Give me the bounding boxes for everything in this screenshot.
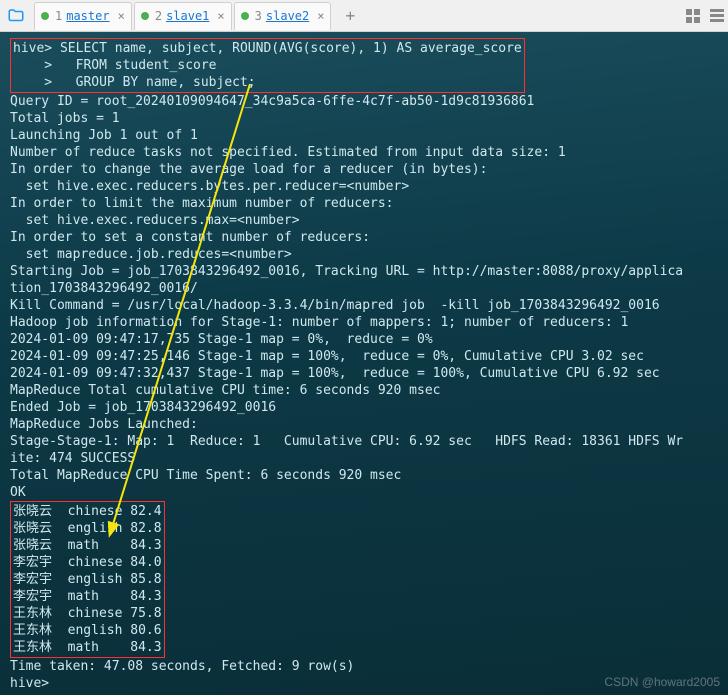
grid-view-icon[interactable] <box>686 9 700 23</box>
tab-slave2[interactable]: 3 slave2 × <box>234 2 332 30</box>
result-box: 张晓云 chinese 82.4 张晓云 english 82.8 张晓云 ma… <box>10 501 165 658</box>
log-output: Query ID = root_20240109094647_34c9a5ca-… <box>10 93 718 501</box>
sql-query-box: hive> SELECT name, subject, ROUND(AVG(sc… <box>10 38 525 93</box>
close-icon[interactable]: × <box>217 9 224 23</box>
sql-line: > GROUP BY name, subject; <box>13 74 522 91</box>
terminal[interactable]: hive> SELECT name, subject, ROUND(AVG(sc… <box>0 32 728 695</box>
result-rows: 张晓云 chinese 82.4 张晓云 english 82.8 张晓云 ma… <box>13 503 162 656</box>
tab-master[interactable]: 1 master × <box>34 2 132 30</box>
status-dot-icon <box>41 12 49 20</box>
tab-number: 1 <box>55 9 62 23</box>
tab-number: 3 <box>255 9 262 23</box>
tab-slave1[interactable]: 2 slave1 × <box>134 2 232 30</box>
tab-label: slave2 <box>266 9 309 23</box>
folder-icon[interactable] <box>4 4 28 28</box>
status-dot-icon <box>141 12 149 20</box>
tab-label: slave1 <box>166 9 209 23</box>
layout-controls <box>686 9 724 23</box>
tab-number: 2 <box>155 9 162 23</box>
close-icon[interactable]: × <box>118 9 125 23</box>
sql-line: hive> SELECT name, subject, ROUND(AVG(sc… <box>13 40 522 57</box>
sql-line: > FROM student_score <box>13 57 522 74</box>
add-tab-button[interactable]: + <box>339 6 361 25</box>
tab-label: master <box>66 9 109 23</box>
list-view-icon[interactable] <box>710 9 724 22</box>
close-icon[interactable]: × <box>317 9 324 23</box>
status-dot-icon <box>241 12 249 20</box>
watermark: CSDN @howard2005 <box>604 674 720 691</box>
tabs-holder: 1 master × 2 slave1 × 3 slave2 × <box>34 2 333 30</box>
tab-bar: 1 master × 2 slave1 × 3 slave2 × + <box>0 0 728 32</box>
